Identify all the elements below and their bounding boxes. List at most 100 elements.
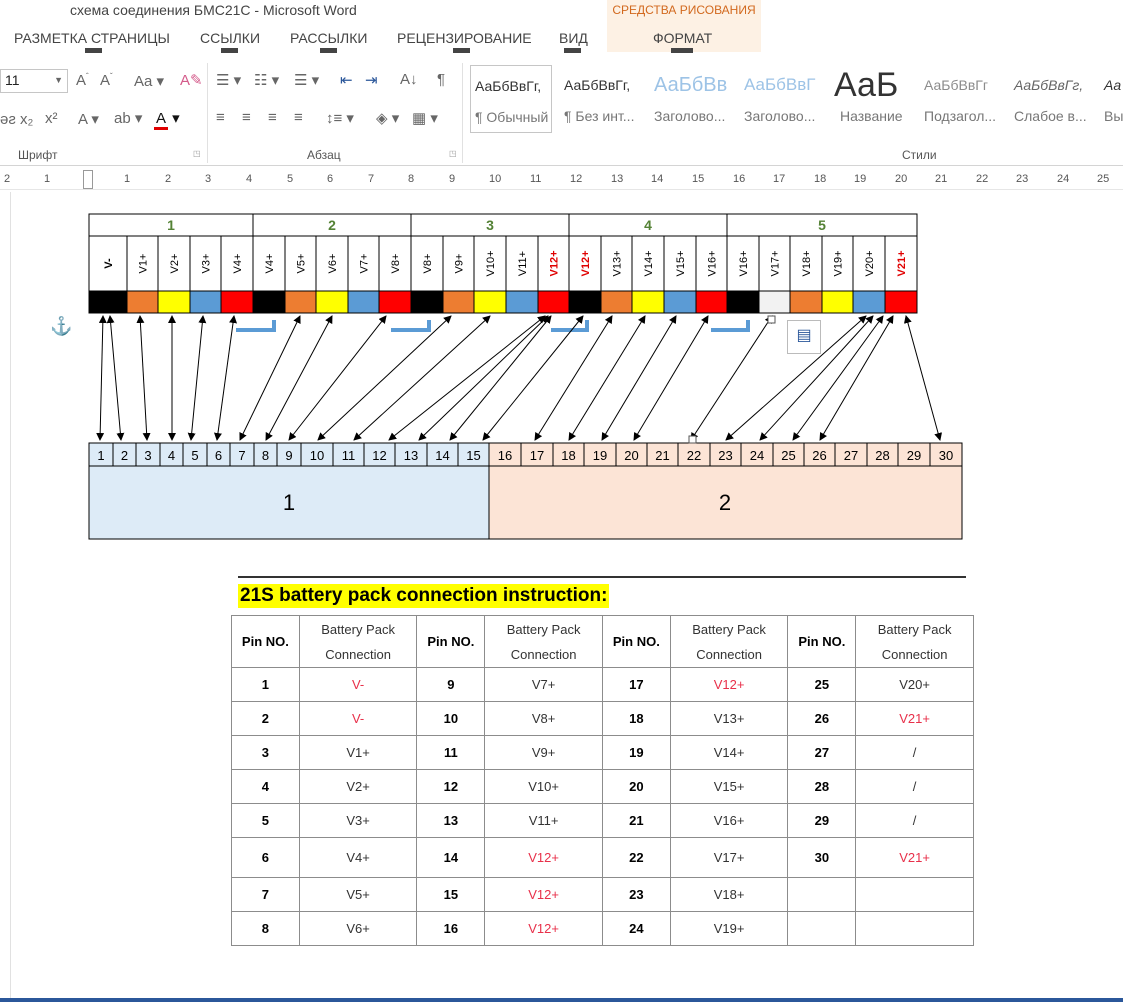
pin-number-cell: 23 (601, 877, 671, 912)
cell-label: V14+ (643, 251, 655, 277)
pin-number-cell: 7 (231, 877, 300, 912)
pin-number-cell: 10 (416, 701, 486, 736)
connection-cell: / (855, 803, 974, 838)
connection-arrow (418, 315, 549, 441)
cell-label: V16+ (738, 251, 750, 277)
connection-arrow (106, 315, 125, 441)
cell-color-swatch (189, 290, 222, 314)
jumper-connector (236, 320, 276, 332)
header-connection-line2: Connection (510, 646, 577, 662)
pin-number-cell: 9 (416, 667, 486, 702)
connection-cell: V12+ (669, 667, 789, 702)
pin-number: 25 (781, 448, 795, 463)
pin-number: 17 (530, 448, 544, 463)
cell-label: V12+ (549, 251, 561, 277)
cell-label: V9+ (454, 254, 466, 274)
connection-cell: V- (298, 701, 418, 736)
connection-cell: V18+ (669, 877, 789, 912)
cell-color-swatch (473, 290, 507, 314)
connection-cell: V19+ (669, 911, 789, 946)
group-label: 2 (328, 217, 336, 233)
table-header-row: Pin NO. Battery Pack Connection Pin NO. B… (231, 615, 974, 668)
pin-number: 10 (310, 448, 324, 463)
group-label: 4 (644, 217, 652, 233)
header-pin: Pin NO. (231, 615, 300, 668)
header-pin: Pin NO. (416, 615, 486, 668)
pin-number: 29 (907, 448, 921, 463)
cell-color-swatch (252, 290, 286, 314)
table-row: 1 V- 9 V7+ 17 V12+ 25 V20+ (231, 667, 974, 702)
pin-number: 22 (687, 448, 701, 463)
pin-number-cell: 16 (416, 911, 486, 946)
pin-number-cell: 29 (787, 803, 857, 838)
connection-arrow (388, 315, 546, 441)
connection-cell: V21+ (855, 837, 974, 878)
connection-cell: V17+ (669, 837, 789, 878)
pin-number-cell: 17 (601, 667, 671, 702)
connection-cell: V12+ (484, 837, 603, 878)
table-row: 2 V- 10 V8+ 18 V13+ 26 V21+ (231, 701, 974, 736)
connection-arrow (690, 315, 773, 441)
connection-cell: V12+ (484, 911, 603, 946)
connection-cell: / (855, 735, 974, 770)
cell-color-swatch (347, 290, 380, 314)
cell-label: V5+ (296, 254, 308, 274)
pin-number: 26 (812, 448, 826, 463)
pin-number-cell (787, 877, 857, 912)
pin-number-cell: 4 (231, 769, 300, 804)
header-connection-line1: Battery Pack (321, 621, 395, 637)
pin-number-cell: 12 (416, 769, 486, 804)
pin-number-cell: 20 (601, 769, 671, 804)
connection-cell: V3+ (298, 803, 418, 838)
selection-handle (767, 315, 776, 324)
pin-number-cell: 24 (601, 911, 671, 946)
pin-number: 8 (262, 448, 269, 463)
connection-cell: V20+ (855, 667, 974, 702)
cell-label: V4+ (232, 254, 244, 274)
cell-label: V20+ (864, 251, 876, 277)
pin-number: 5 (191, 448, 198, 463)
cell-label: V16+ (707, 251, 719, 277)
pin-number: 30 (939, 448, 953, 463)
pin-number: 18 (561, 448, 575, 463)
cell-label: V2+ (169, 254, 181, 274)
header-connection: Battery Pack Connection (855, 615, 974, 668)
header-pin: Pin NO. (787, 615, 857, 668)
connection-cell: V13+ (669, 701, 789, 736)
cell-color-swatch (821, 290, 854, 314)
cell-label: V8+ (422, 254, 434, 274)
pin-number-cell: 6 (231, 837, 300, 878)
cell-label: V6+ (327, 254, 339, 274)
pin-number-cell: 18 (601, 701, 671, 736)
cell-color-swatch (663, 290, 697, 314)
pin-connection-table: Pin NO. Battery Pack Connection Pin NO. B… (231, 615, 974, 946)
cell-label: V4+ (264, 254, 276, 274)
pin-number: 7 (238, 448, 245, 463)
connection-arrow (239, 315, 301, 441)
instruction-title: 21S battery pack connection instruction: (238, 584, 610, 608)
cell-color-swatch (378, 290, 412, 314)
header-pin: Pin NO. (601, 615, 671, 668)
pin-number: 1 (97, 448, 104, 463)
pin-number-cell: 26 (787, 701, 857, 736)
cell-label: V3+ (201, 254, 213, 274)
layout-options-icon[interactable]: ▤ (787, 320, 821, 354)
connection-cell: V- (298, 667, 418, 702)
connection-arrow (903, 315, 943, 441)
cell-color-swatch (631, 290, 665, 314)
cell-label: V7+ (359, 254, 371, 274)
connection-arrow (482, 315, 584, 441)
status-bar-edge (0, 998, 1123, 1002)
cell-color-swatch (442, 290, 475, 314)
connector-block-label: 2 (719, 490, 731, 515)
connection-cell (855, 911, 974, 946)
connection-arrow (633, 315, 709, 441)
pin-number-cell: 2 (231, 701, 300, 736)
pin-number: 16 (498, 448, 512, 463)
pin-number: 28 (875, 448, 889, 463)
cell-color-swatch (884, 290, 918, 314)
table-row: 3 V1+ 11 V9+ 19 V14+ 27/ (231, 735, 974, 770)
cell-label: V- (103, 258, 115, 269)
connection-cell: V2+ (298, 769, 418, 804)
connection-arrow (534, 315, 613, 441)
